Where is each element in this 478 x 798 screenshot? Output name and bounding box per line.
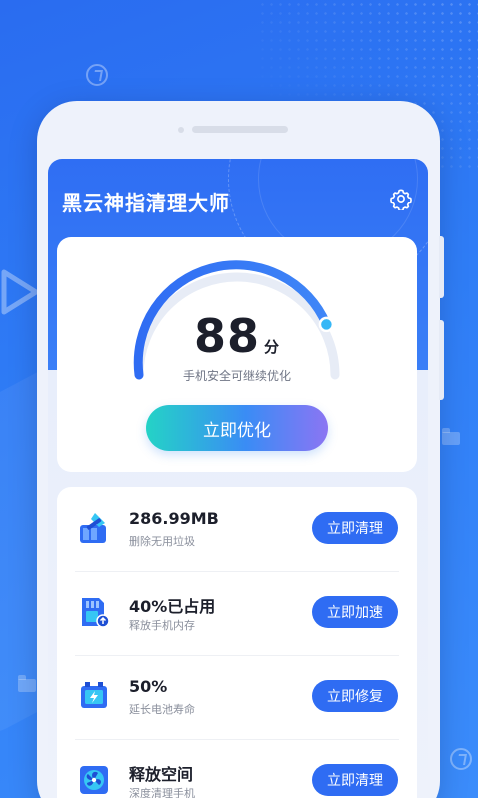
list-item-title: 释放空间 — [129, 765, 194, 784]
list-item-battery: 50% 延长电池寿命 立即修复 — [57, 655, 417, 739]
score-number: 88 — [193, 309, 260, 363]
deep-clean-button[interactable]: 立即清理 — [312, 764, 398, 796]
list-item-junk: 286.99MB 删除无用垃圾 立即清理 — [57, 487, 417, 571]
optimize-button[interactable]: 立即优化 — [146, 405, 328, 451]
list-item-subtitle: 延长电池寿命 — [129, 703, 195, 716]
list-item-subtitle: 深度清理手机 — [129, 787, 195, 798]
app-title: 黑云神指清理大师 — [62, 191, 230, 215]
list-item-subtitle: 删除无用垃圾 — [129, 535, 195, 548]
score-value: 88 分 — [57, 309, 417, 363]
tools-list: 286.99MB 删除无用垃圾 立即清理 40%已占用 释放手机内存 立即加速 — [57, 487, 417, 798]
broom-icon — [80, 513, 106, 543]
list-item-title: 50% — [129, 677, 168, 696]
battery-icon — [81, 682, 107, 708]
clean-button[interactable]: 立即清理 — [312, 512, 398, 544]
background-coin-icon — [450, 748, 472, 770]
phone-side-button — [439, 320, 444, 400]
gear-icon[interactable] — [390, 188, 412, 210]
phone-speaker — [192, 126, 288, 133]
list-item-title: 40%已占用 — [129, 597, 216, 616]
list-item-subtitle: 释放手机内存 — [129, 619, 195, 632]
phone-frame: 黑云神指清理大师 88 分 手机安全可继续优化 立即优化 286.99MB 删除… — [37, 101, 440, 798]
speed-up-button[interactable]: 立即加速 — [312, 596, 398, 628]
score-card: 88 分 手机安全可继续优化 立即优化 — [57, 237, 417, 472]
background-folder-icon — [18, 675, 36, 692]
phone-camera — [178, 127, 184, 133]
background-coin-icon — [86, 64, 108, 86]
phone-side-button — [439, 236, 444, 298]
background-play-icon — [1, 269, 39, 315]
fan-icon — [80, 766, 108, 794]
score-unit: 分 — [264, 338, 281, 356]
list-item-title: 286.99MB — [129, 509, 219, 528]
list-item-space: 释放空间 深度清理手机 立即清理 — [57, 739, 417, 798]
list-item-memory: 40%已占用 释放手机内存 立即加速 — [57, 571, 417, 655]
background-folder-icon — [442, 428, 460, 445]
app-screen: 黑云神指清理大师 88 分 手机安全可继续优化 立即优化 286.99MB 删除… — [48, 159, 428, 798]
score-subtitle: 手机安全可继续优化 — [182, 369, 291, 383]
memory-card-icon — [82, 598, 110, 628]
repair-button[interactable]: 立即修复 — [312, 680, 398, 712]
